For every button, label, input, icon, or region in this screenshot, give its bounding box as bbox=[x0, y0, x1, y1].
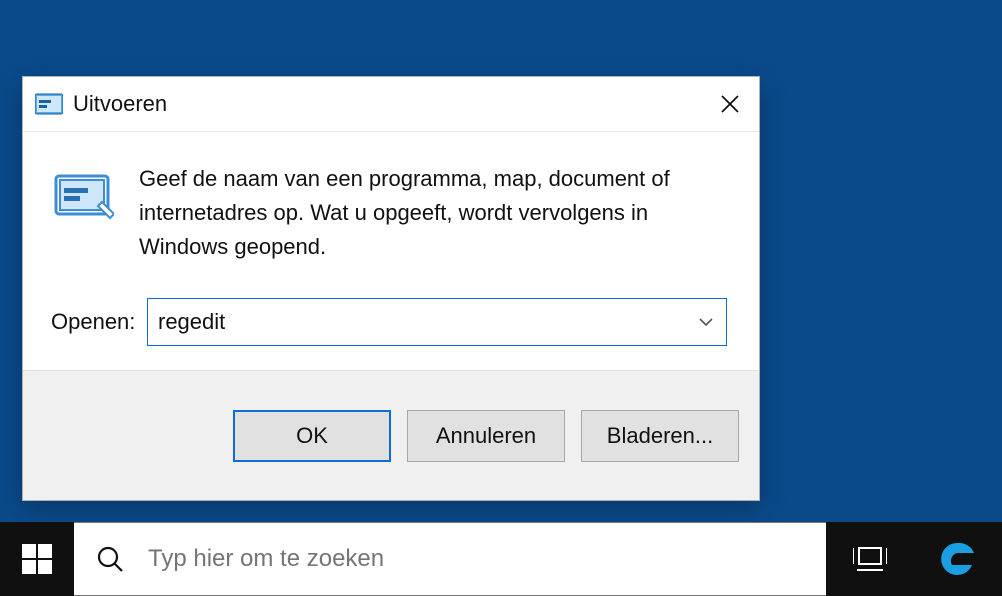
open-combobox[interactable] bbox=[147, 298, 727, 346]
ok-button[interactable]: OK bbox=[233, 410, 391, 462]
run-large-icon bbox=[51, 162, 117, 264]
taskbar-search-input[interactable] bbox=[148, 545, 804, 573]
open-label: Openen: bbox=[51, 309, 139, 335]
dialog-content: Geef de naam van een programma, map, doc… bbox=[23, 132, 759, 370]
run-dialog: Uitvoeren Geef de naam van een programma… bbox=[22, 76, 760, 501]
open-input[interactable] bbox=[148, 299, 686, 345]
dialog-title: Uitvoeren bbox=[73, 91, 701, 117]
edge-icon bbox=[938, 539, 978, 579]
run-icon bbox=[35, 92, 63, 116]
browse-button[interactable]: Bladeren... bbox=[581, 410, 739, 462]
taskbar-search[interactable] bbox=[74, 522, 826, 596]
taskbar bbox=[0, 522, 1002, 596]
titlebar: Uitvoeren bbox=[23, 77, 759, 132]
edge-button[interactable] bbox=[914, 522, 1002, 596]
task-view-icon bbox=[853, 544, 887, 574]
chevron-down-icon[interactable] bbox=[686, 299, 726, 345]
close-icon bbox=[720, 94, 740, 114]
cancel-button[interactable]: Annuleren bbox=[407, 410, 565, 462]
start-button[interactable] bbox=[0, 522, 74, 596]
windows-icon bbox=[22, 544, 52, 574]
task-view-button[interactable] bbox=[826, 522, 914, 596]
close-button[interactable] bbox=[701, 77, 759, 132]
search-icon bbox=[96, 545, 124, 573]
button-panel: OK Annuleren Bladeren... bbox=[23, 370, 759, 500]
dialog-description: Geef de naam van een programma, map, doc… bbox=[139, 162, 727, 264]
